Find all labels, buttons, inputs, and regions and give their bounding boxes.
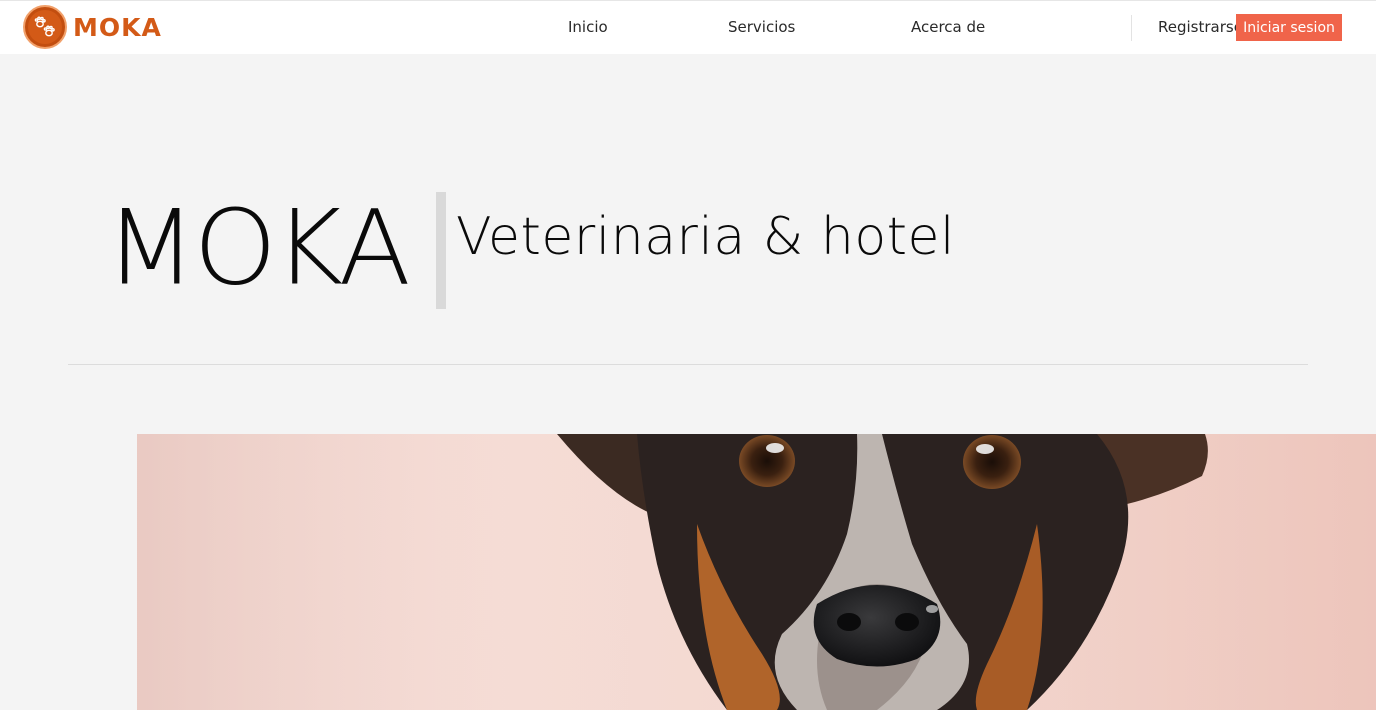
hero-divider-bar — [436, 192, 446, 309]
login-button[interactable]: Iniciar sesion — [1236, 14, 1342, 41]
brand-name: MOKA — [73, 12, 162, 42]
hero-title: MOKA — [105, 187, 411, 308]
nav-link-acerca-de[interactable]: Acerca de — [911, 18, 985, 36]
dog-photo — [137, 434, 1376, 710]
hero-subtitle: Veterinaria & hotel — [456, 207, 955, 267]
register-link[interactable]: Registrarse — [1158, 18, 1243, 36]
brand-logo[interactable]: MOKA — [23, 3, 162, 51]
nav-divider — [1131, 15, 1132, 41]
navbar: MOKA Inicio Servicios Acerca de Registra… — [0, 0, 1376, 54]
paws-icon — [23, 5, 67, 49]
nav-link-inicio[interactable]: Inicio — [568, 18, 608, 36]
section-divider — [68, 364, 1308, 365]
dog-illustration — [137, 434, 1376, 710]
nav-link-servicios[interactable]: Servicios — [728, 18, 795, 36]
